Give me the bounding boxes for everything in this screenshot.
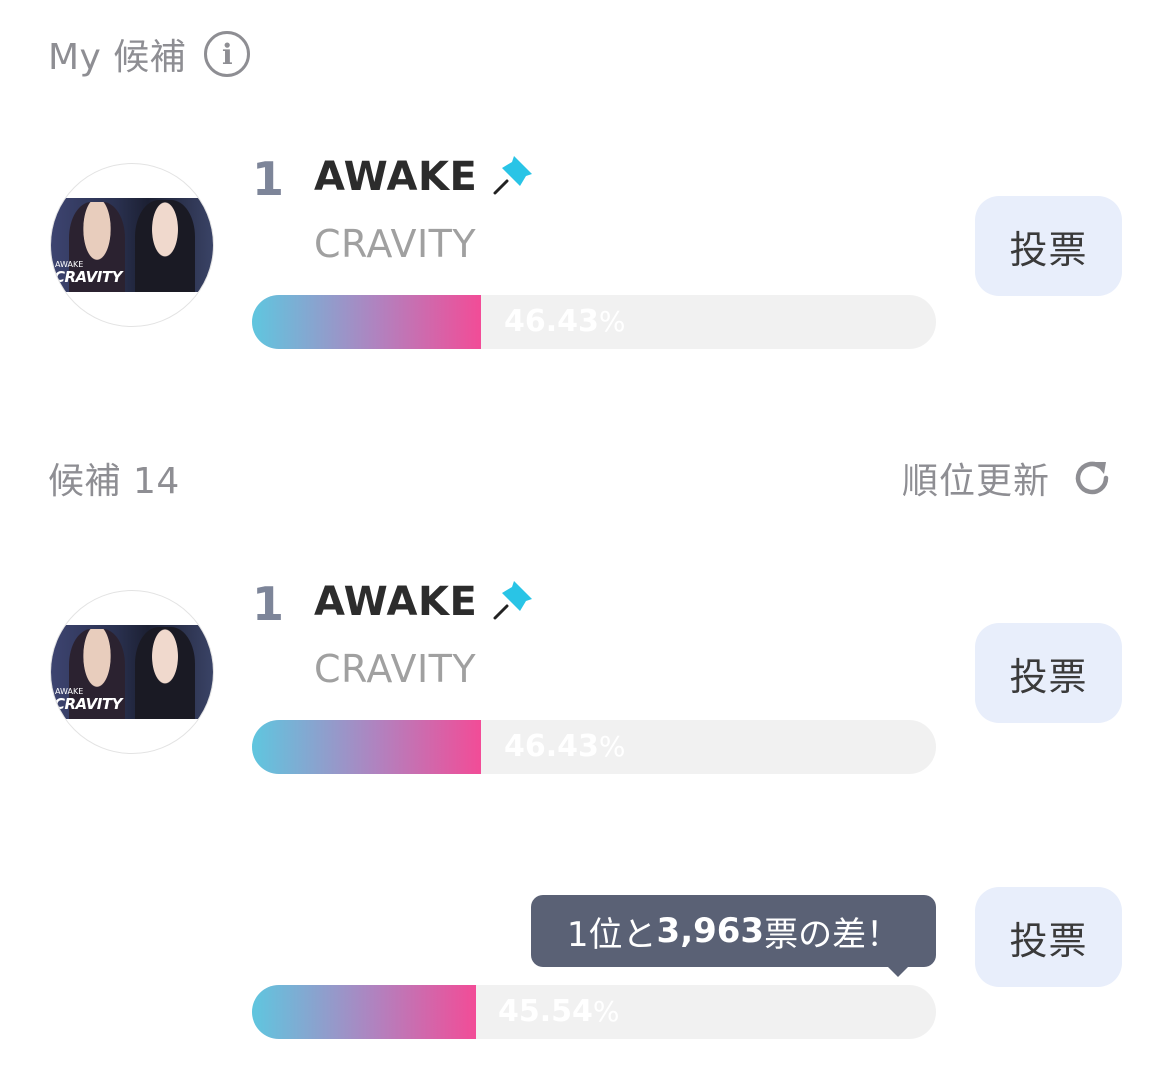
tooltip-tail: [886, 965, 910, 977]
candidate-artist: CRAVITY: [314, 647, 477, 691]
vote-progress-bar: 45.54%: [252, 985, 936, 1039]
tooltip-votes: 3,963: [656, 911, 765, 951]
my-candidate-row: AWAKE CRAVITY 1 AWAKE CRAVITY 46.43% 投票: [0, 152, 1170, 358]
tooltip-prefix: 1位と: [566, 914, 657, 955]
thumbnail-caption: CRAVITY: [54, 695, 122, 713]
refresh-ranking-label: 順位更新: [901, 461, 1050, 502]
candidate-title: AWAKE: [314, 579, 478, 625]
pin-icon: [493, 581, 532, 620]
refresh-icon: [1075, 461, 1109, 495]
candidate-title: AWAKE: [314, 154, 478, 200]
vote-button[interactable]: 投票: [975, 623, 1122, 723]
vote-button[interactable]: 投票: [975, 196, 1122, 296]
vote-percent: 46.43%: [504, 729, 626, 764]
candidates-header: 候補 14: [48, 452, 180, 504]
vote-progress-fill: [252, 720, 481, 774]
info-icon[interactable]: i: [204, 31, 251, 77]
candidate-rank: 1: [252, 152, 285, 206]
vote-progress-fill: [252, 295, 481, 349]
candidate-rank: 1: [252, 577, 285, 631]
vote-percent: 45.54%: [498, 994, 620, 1029]
candidate-artist: CRAVITY: [314, 222, 477, 266]
vote-progress-fill: [252, 985, 476, 1039]
thumbnail-caption: CRAVITY: [54, 268, 122, 286]
tooltip-suffix: 票の差！: [764, 914, 901, 955]
candidates-count-label: 候補 14: [48, 461, 180, 502]
vote-progress-bar: 46.43%: [252, 295, 936, 349]
candidate-thumbnail: AWAKE CRAVITY: [50, 590, 214, 754]
vote-gap-tooltip: 1位と 3,963 票の差！: [531, 895, 936, 967]
vote-button[interactable]: 投票: [975, 887, 1122, 987]
candidate-row: AWAKE CRAVITY 1 AWAKE CRAVITY 46.43% 投票: [0, 577, 1170, 783]
vote-percent: 46.43%: [504, 304, 626, 339]
my-candidate-header: My 候補 i: [48, 28, 251, 80]
my-candidate-label: My 候補: [48, 37, 187, 78]
vote-progress-bar: 46.43%: [252, 720, 936, 774]
pin-icon: [493, 156, 532, 195]
refresh-ranking-button[interactable]: 順位更新: [902, 452, 1114, 504]
candidate-thumbnail: AWAKE CRAVITY: [50, 163, 214, 327]
